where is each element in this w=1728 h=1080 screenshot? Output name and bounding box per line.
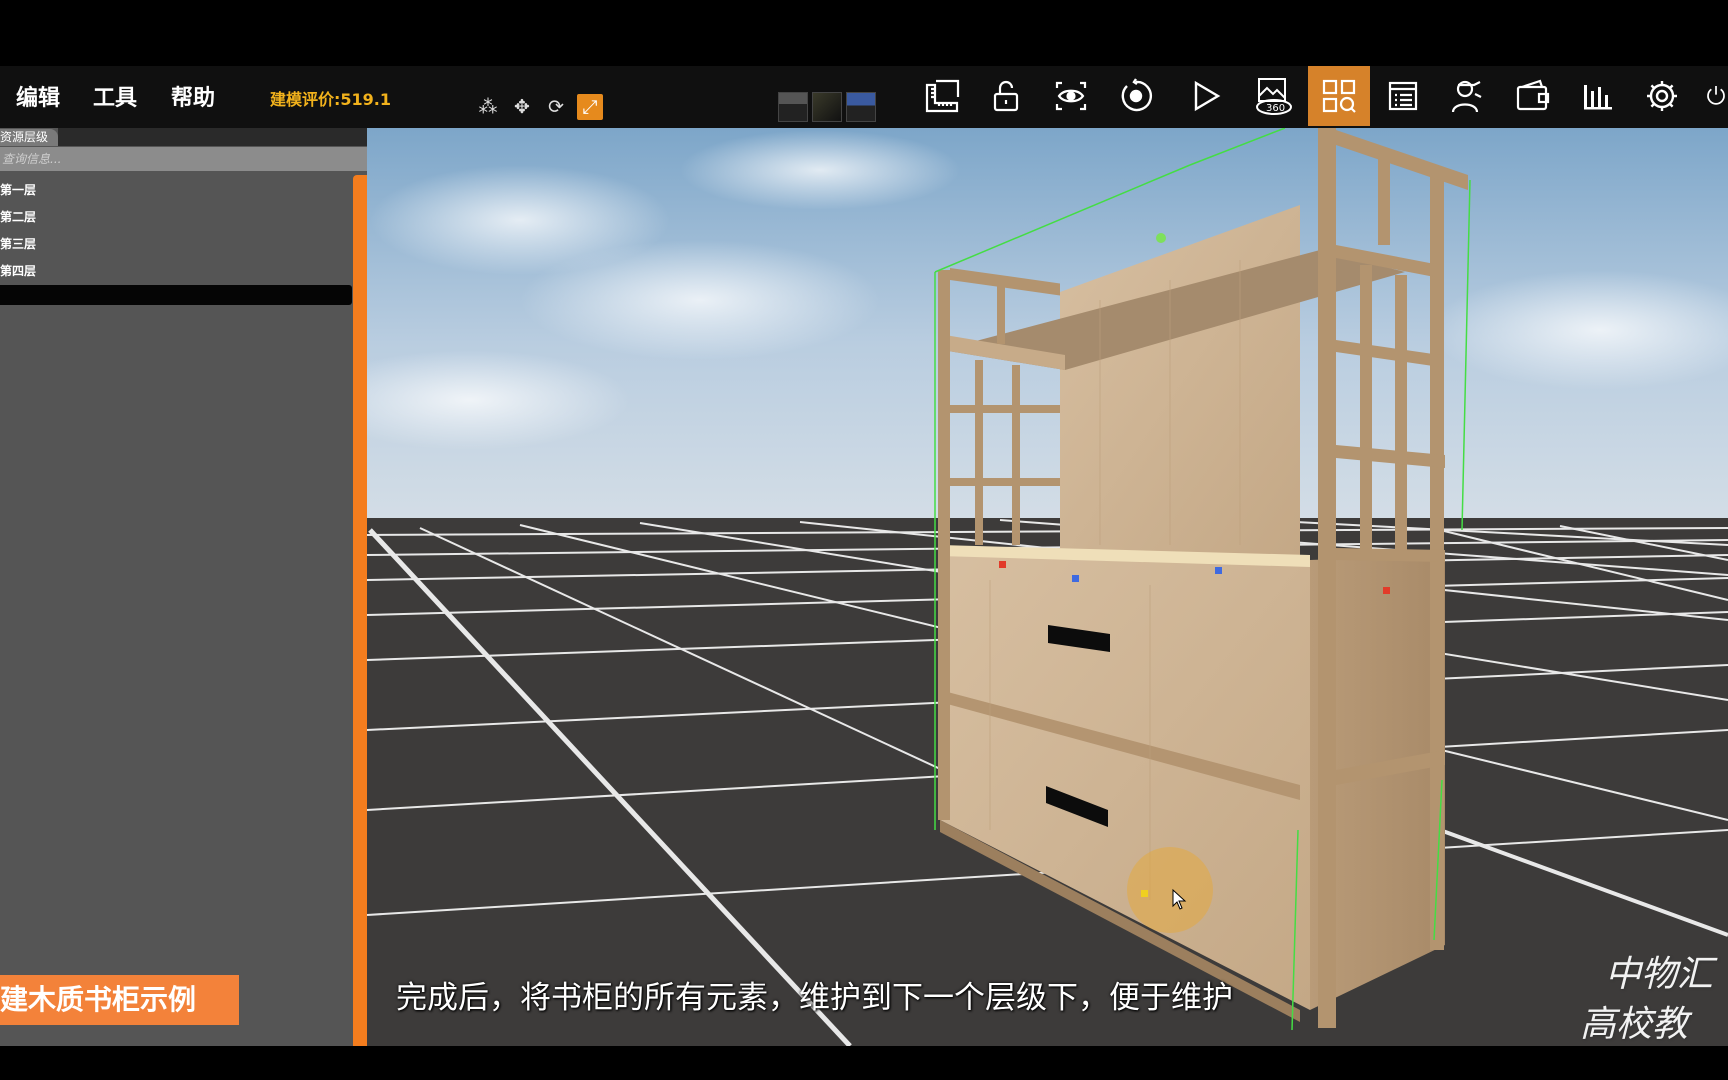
move-icon[interactable]: ✥ [509,94,535,120]
menu-tools[interactable]: 工具 [93,80,137,112]
cursor-highlight [1127,847,1213,933]
layer-item-3[interactable]: 第三层 [0,235,36,252]
bar-chart-icon[interactable] [1578,76,1618,116]
svg-text:360: 360 [1266,103,1285,114]
wallet-icon[interactable] [1513,76,1553,116]
play-icon[interactable] [1186,76,1226,116]
scatter-icon[interactable]: ⁂ [475,94,501,120]
panel-scrollbar[interactable] [353,175,367,1046]
bottom-letterbox [0,1046,1728,1080]
eye-icon[interactable] [1051,76,1091,116]
watermark-line-1: 中物汇 [1605,954,1714,995]
unlock-icon[interactable] [986,76,1026,116]
scene-thumb-1[interactable] [778,92,808,122]
scale-icon[interactable]: ⤢ [577,94,603,120]
gizmo-handle-blue-1[interactable] [1072,575,1079,582]
gizmo-handle-red[interactable] [999,561,1006,568]
layer-item-2[interactable]: 第二层 [0,208,36,225]
scene-thumb-2[interactable] [812,92,842,122]
menu-edit[interactable]: 编辑 [16,80,60,112]
search-input[interactable]: 查询信息... [0,147,367,171]
menu-help[interactable]: 帮助 [171,80,215,112]
power-icon[interactable] [1704,76,1728,116]
layer-item-4[interactable]: 第四层 [0,262,36,279]
modeling-rating: 建模评价:519.1 [270,90,392,109]
ruler-icon[interactable] [922,76,962,116]
scene-thumb-3[interactable] [846,92,876,122]
rotate-view-icon[interactable] [1116,76,1156,116]
watermark-line-2: 高校教 [1580,1004,1689,1045]
3d-viewport[interactable] [367,128,1728,1046]
gizmo-handle-red-2[interactable] [1383,587,1390,594]
tab-resource-hierarchy[interactable]: 资源层级 [0,129,58,146]
layer-item-1[interactable]: 第一层 [0,181,36,198]
gizmo-handle-blue-2[interactable] [1215,567,1222,574]
lesson-title-badge: 建木质书柜示例 [0,975,239,1025]
video-subtitle: 完成后，将书柜的所有元素，维护到下一个层级下，便于维护 [396,980,1233,1016]
panorama-360-icon[interactable]: 360 [1254,76,1294,116]
person-icon[interactable] [1447,76,1487,116]
resource-hierarchy-panel [0,128,367,1046]
grid-search-icon[interactable] [1308,66,1370,126]
rotate-icon[interactable]: ⟳ [543,94,569,120]
layer-item-selected[interactable] [0,285,352,305]
panel-tab-strip [58,128,367,146]
gear-icon[interactable] [1642,76,1682,116]
gizmo-handle-top[interactable] [1156,233,1166,243]
list-icon[interactable] [1383,76,1423,116]
